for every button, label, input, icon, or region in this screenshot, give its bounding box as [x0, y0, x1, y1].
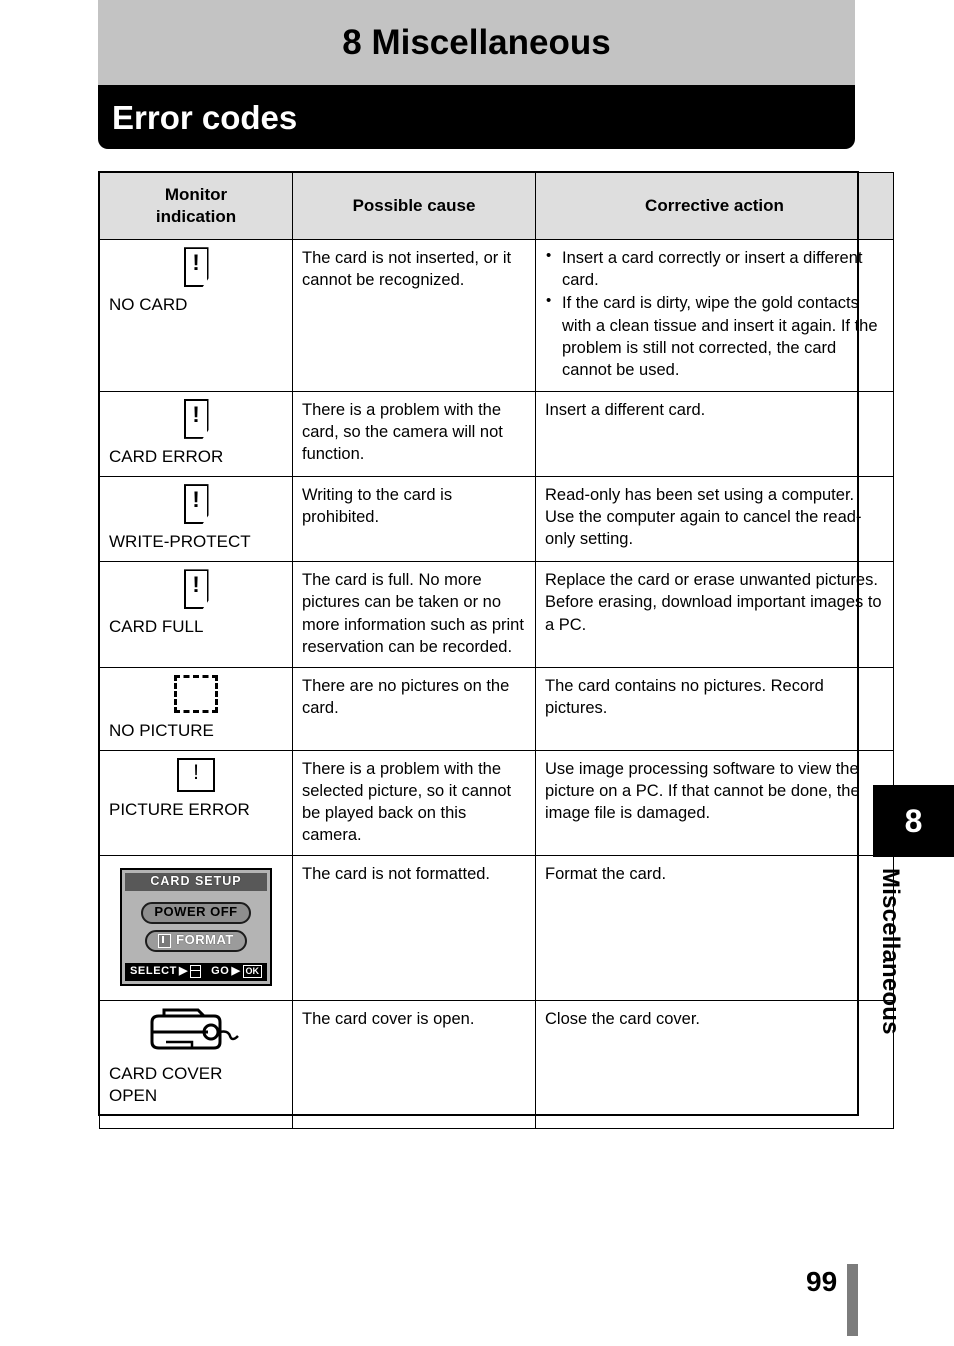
card-setup-lcd-screen: CARD SETUP POWER OFF FORMAT SELECT ▶ GO … [120, 868, 272, 987]
corrective-action-cell: Format the card. [535, 855, 894, 1002]
table-row: NO PICTURE There are no pictures on the … [99, 666, 894, 752]
monitor-indication-cell: ! CARD FULL [99, 561, 293, 668]
corrective-action-bullet-list: Insert a card correctly or insert a diff… [545, 246, 884, 381]
possible-cause-cell: The card cover is open. [292, 1000, 536, 1129]
monitor-indication-label: CARD COVER OPEN [109, 1064, 223, 1105]
monitor-indication-cell: ! CARD ERROR [99, 390, 293, 478]
format-label: FORMAT [176, 932, 234, 948]
error-codes-table: Monitor indication Possible cause Correc… [99, 171, 894, 1129]
section-header-bar: Error codes [98, 85, 855, 149]
corrective-action-cell: Insert a card correctly or insert a diff… [535, 239, 894, 392]
monitor-indication-cell: ! PICTURE ERROR [99, 750, 293, 857]
monitor-indication-label: CARD FULL [109, 617, 204, 637]
possible-cause-cell: The card is not inserted, or it cannot b… [292, 239, 536, 392]
table-row: CARD COVER OPEN The card cover is open. … [99, 1000, 894, 1129]
corrective-action-cell: The card contains no pictures. Record pi… [535, 666, 894, 752]
dashed-rectangle-icon [174, 674, 218, 713]
column-header-possible-cause: Possible cause [292, 171, 536, 241]
table-row: ! CARD FULL The card is full. No more pi… [99, 561, 894, 668]
list-item: Insert a card correctly or insert a diff… [545, 246, 884, 291]
power-off-label: POWER OFF [154, 904, 238, 920]
memory-card-warning-icon: ! [183, 569, 209, 610]
monitor-indication-label: CARD ERROR [109, 446, 224, 466]
monitor-indication-cell: CARD SETUP POWER OFF FORMAT SELECT ▶ GO … [99, 855, 293, 1002]
table-row: ! WRITE-PROTECT Writing to the card is p… [99, 476, 894, 563]
table-row: ! CARD ERROR There is a problem with the… [99, 390, 894, 478]
possible-cause-cell: There is a problem with the selected pic… [292, 750, 536, 857]
chapter-number: 8 [904, 803, 923, 839]
possible-cause-cell: The card is full. No more pictures can b… [292, 561, 536, 668]
corrective-action-cell: Use image processing software to view th… [535, 750, 894, 857]
go-label: GO [211, 965, 230, 978]
arrow-right-icon: ▶ [179, 965, 189, 978]
monitor-indication-cell: NO PICTURE [99, 666, 293, 752]
lcd-menu-body: POWER OFF FORMAT [125, 890, 267, 964]
list-item: If the card is dirty, wipe the gold cont… [545, 291, 884, 380]
select-hint: SELECT ▶ [130, 965, 202, 979]
possible-cause-cell: There are no pictures on the card. [292, 666, 536, 752]
table-row: ! NO CARD The card is not inserted, or i… [99, 239, 894, 392]
possible-cause-cell: The card is not formatted. [292, 855, 536, 1002]
corrective-action-cell: Read-only has been set using a computer.… [535, 476, 894, 563]
camera-card-cover-open-icon [150, 1008, 239, 1050]
corrective-action-cell: Replace the card or erase unwanted pictu… [535, 561, 894, 668]
monitor-indication-cell: ! WRITE-PROTECT [99, 476, 293, 563]
select-label: SELECT [130, 965, 177, 978]
arrow-right-icon: ▶ [231, 965, 241, 978]
table-row: CARD SETUP POWER OFF FORMAT SELECT ▶ GO … [99, 855, 894, 1002]
go-hint: GO ▶ OK [211, 965, 262, 979]
chapter-tab-label: Miscellaneous [877, 868, 904, 1035]
ok-button-icon: OK [242, 965, 262, 979]
lcd-title-bar: CARD SETUP [125, 873, 267, 891]
memory-card-warning-icon: ! [183, 484, 209, 525]
memory-card-warning-icon: ! [183, 398, 209, 439]
monitor-indication-label: WRITE-PROTECT [109, 532, 251, 552]
monitor-indication-cell: ! NO CARD [99, 239, 293, 392]
possible-cause-cell: Writing to the card is prohibited. [292, 476, 536, 563]
possible-cause-cell: There is a problem with the card, so the… [292, 390, 536, 478]
lcd-footer-bar: SELECT ▶ GO ▶ OK [125, 963, 267, 982]
chapter-thumb-tab: 8 [873, 785, 954, 857]
column-header-corrective-action: Corrective action [535, 171, 894, 241]
table-header-row: Monitor indication Possible cause Correc… [99, 171, 894, 241]
page-footer-rule [847, 1264, 858, 1336]
memory-card-warning-icon: ! [183, 247, 209, 288]
monitor-indication-label: PICTURE ERROR [109, 800, 250, 820]
monitor-indication-cell: CARD COVER OPEN [99, 1000, 293, 1129]
chapter-title: 8 Miscellaneous [342, 23, 611, 62]
format-menu-item[interactable]: FORMAT [145, 930, 247, 953]
monitor-indication-label: NO CARD [109, 295, 188, 315]
table-row: ! PICTURE ERROR There is a problem with … [99, 750, 894, 857]
power-off-menu-item[interactable]: POWER OFF [141, 902, 251, 924]
corrective-action-cell: Close the card cover. [535, 1000, 894, 1129]
arrow-pad-icon [190, 965, 202, 979]
section-title: Error codes [112, 98, 298, 136]
page-number: 99 [806, 1266, 838, 1297]
square-warning-icon: ! [177, 758, 215, 793]
corrective-action-cell: Insert a different card. [535, 390, 894, 478]
column-header-monitor-indication: Monitor indication [99, 171, 293, 241]
monitor-indication-label: NO PICTURE [109, 720, 214, 740]
trash-can-icon [158, 933, 172, 948]
chapter-header-bar: 8 Miscellaneous [98, 0, 855, 85]
